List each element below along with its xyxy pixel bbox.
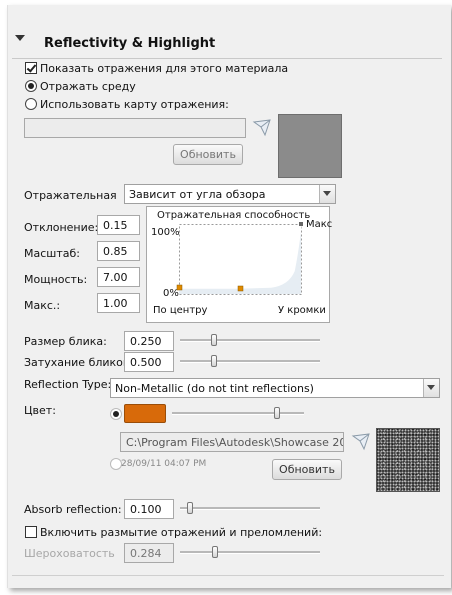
curve-title: Отражательная способность <box>157 210 311 221</box>
highlight-size-slider-thumb[interactable] <box>211 334 217 346</box>
color-slider-track[interactable] <box>172 412 304 415</box>
use-reflection-map-radio[interactable] <box>25 98 37 110</box>
absorb-slider-thumb[interactable] <box>187 502 193 514</box>
reflective-mode-select[interactable]: Зависит от угла обзора <box>124 184 336 204</box>
color-swatch[interactable] <box>124 404 166 423</box>
max-label: Макс.: <box>24 299 61 312</box>
reflection-map-path-field[interactable] <box>24 118 246 138</box>
highlight-falloff-label: Затухание бликов: <box>24 356 134 369</box>
roughness-slider-thumb[interactable] <box>212 546 218 558</box>
enable-blur-label[interactable]: Включить размытие отражений и преломлени… <box>40 526 322 539</box>
chevron-down-icon[interactable] <box>423 379 439 397</box>
reflection-type-value: Non-Metallic (do not tint reflections) <box>115 382 314 395</box>
show-reflections-label[interactable]: Показать отражения для этого материала <box>40 62 288 75</box>
absorb-reflection-input[interactable]: 0.100 <box>124 499 174 519</box>
roughness-label: Шероховатость <box>24 547 115 560</box>
curve-x-left-label: По центру <box>153 305 208 316</box>
folder-browse-icon[interactable] <box>350 432 372 452</box>
texture-date: 28/09/11 04:07 PM <box>121 459 207 469</box>
update-texture-button[interactable]: Обновить <box>272 459 342 480</box>
reflection-map-preview[interactable] <box>278 114 342 178</box>
panel-bottom-divider <box>12 575 444 576</box>
curve-x-right-label: У кромки <box>278 305 326 316</box>
max-input[interactable]: 1.00 <box>97 293 140 313</box>
absorb-reflection-label: Absorb reflection: <box>24 503 122 516</box>
collapse-triangle-icon[interactable] <box>15 35 25 41</box>
color-label: Цвет: <box>24 404 56 417</box>
use-reflection-map-label[interactable]: Использовать карту отражения: <box>40 98 229 111</box>
roughness-slider-track[interactable] <box>180 551 320 554</box>
highlight-size-label: Размер блика: <box>24 335 107 348</box>
show-reflections-checkbox[interactable] <box>25 62 37 74</box>
reflection-type-label: Reflection Type: <box>24 378 112 391</box>
enable-blur-checkbox[interactable] <box>25 526 37 538</box>
curve-start-point <box>176 284 183 291</box>
curve-mid-point <box>237 285 244 292</box>
header-divider <box>12 58 442 59</box>
scale-input[interactable]: 0.85 <box>97 241 140 261</box>
reflective-mode-value: Зависит от угла обзора <box>129 188 266 201</box>
curve-max-label: Макс <box>306 219 333 230</box>
highlight-size-input[interactable]: 0.250 <box>124 331 174 351</box>
power-input[interactable]: 7.00 <box>97 267 140 287</box>
color-mode-radio[interactable] <box>110 408 122 420</box>
chevron-down-icon[interactable] <box>319 185 335 203</box>
power-label: Мощность: <box>24 273 88 286</box>
highlight-falloff-input[interactable]: 0.500 <box>124 352 174 372</box>
highlight-size-slider-track[interactable] <box>180 339 320 342</box>
roughness-input[interactable]: 0.284 <box>124 543 174 563</box>
absorb-slider-track[interactable] <box>180 507 320 510</box>
folder-browse-icon[interactable] <box>251 118 273 138</box>
update-map-button[interactable]: Обновить <box>173 144 243 165</box>
reflect-environment-label[interactable]: Отражать среду <box>40 80 136 93</box>
texture-preview[interactable] <box>376 428 440 492</box>
curve-plot <box>176 222 303 295</box>
highlight-falloff-slider-track[interactable] <box>180 360 320 363</box>
scale-label: Масштаб: <box>24 247 80 260</box>
reflective-label: Отражательная <box>24 189 117 202</box>
reflect-environment-radio[interactable] <box>25 80 37 92</box>
reflection-type-select[interactable]: Non-Metallic (do not tint reflections) <box>110 378 440 398</box>
highlight-falloff-slider-thumb[interactable] <box>211 355 217 367</box>
bias-input[interactable]: 0.15 <box>97 215 140 235</box>
color-slider-thumb[interactable] <box>274 407 280 419</box>
texture-path-field[interactable]: C:\Program Files\Autodesk\Showcase 2013\… <box>120 432 344 452</box>
section-title[interactable]: Reflectivity & Highlight <box>44 36 215 51</box>
curve-end-point <box>299 222 303 226</box>
bias-label: Отклонение: <box>24 221 99 234</box>
